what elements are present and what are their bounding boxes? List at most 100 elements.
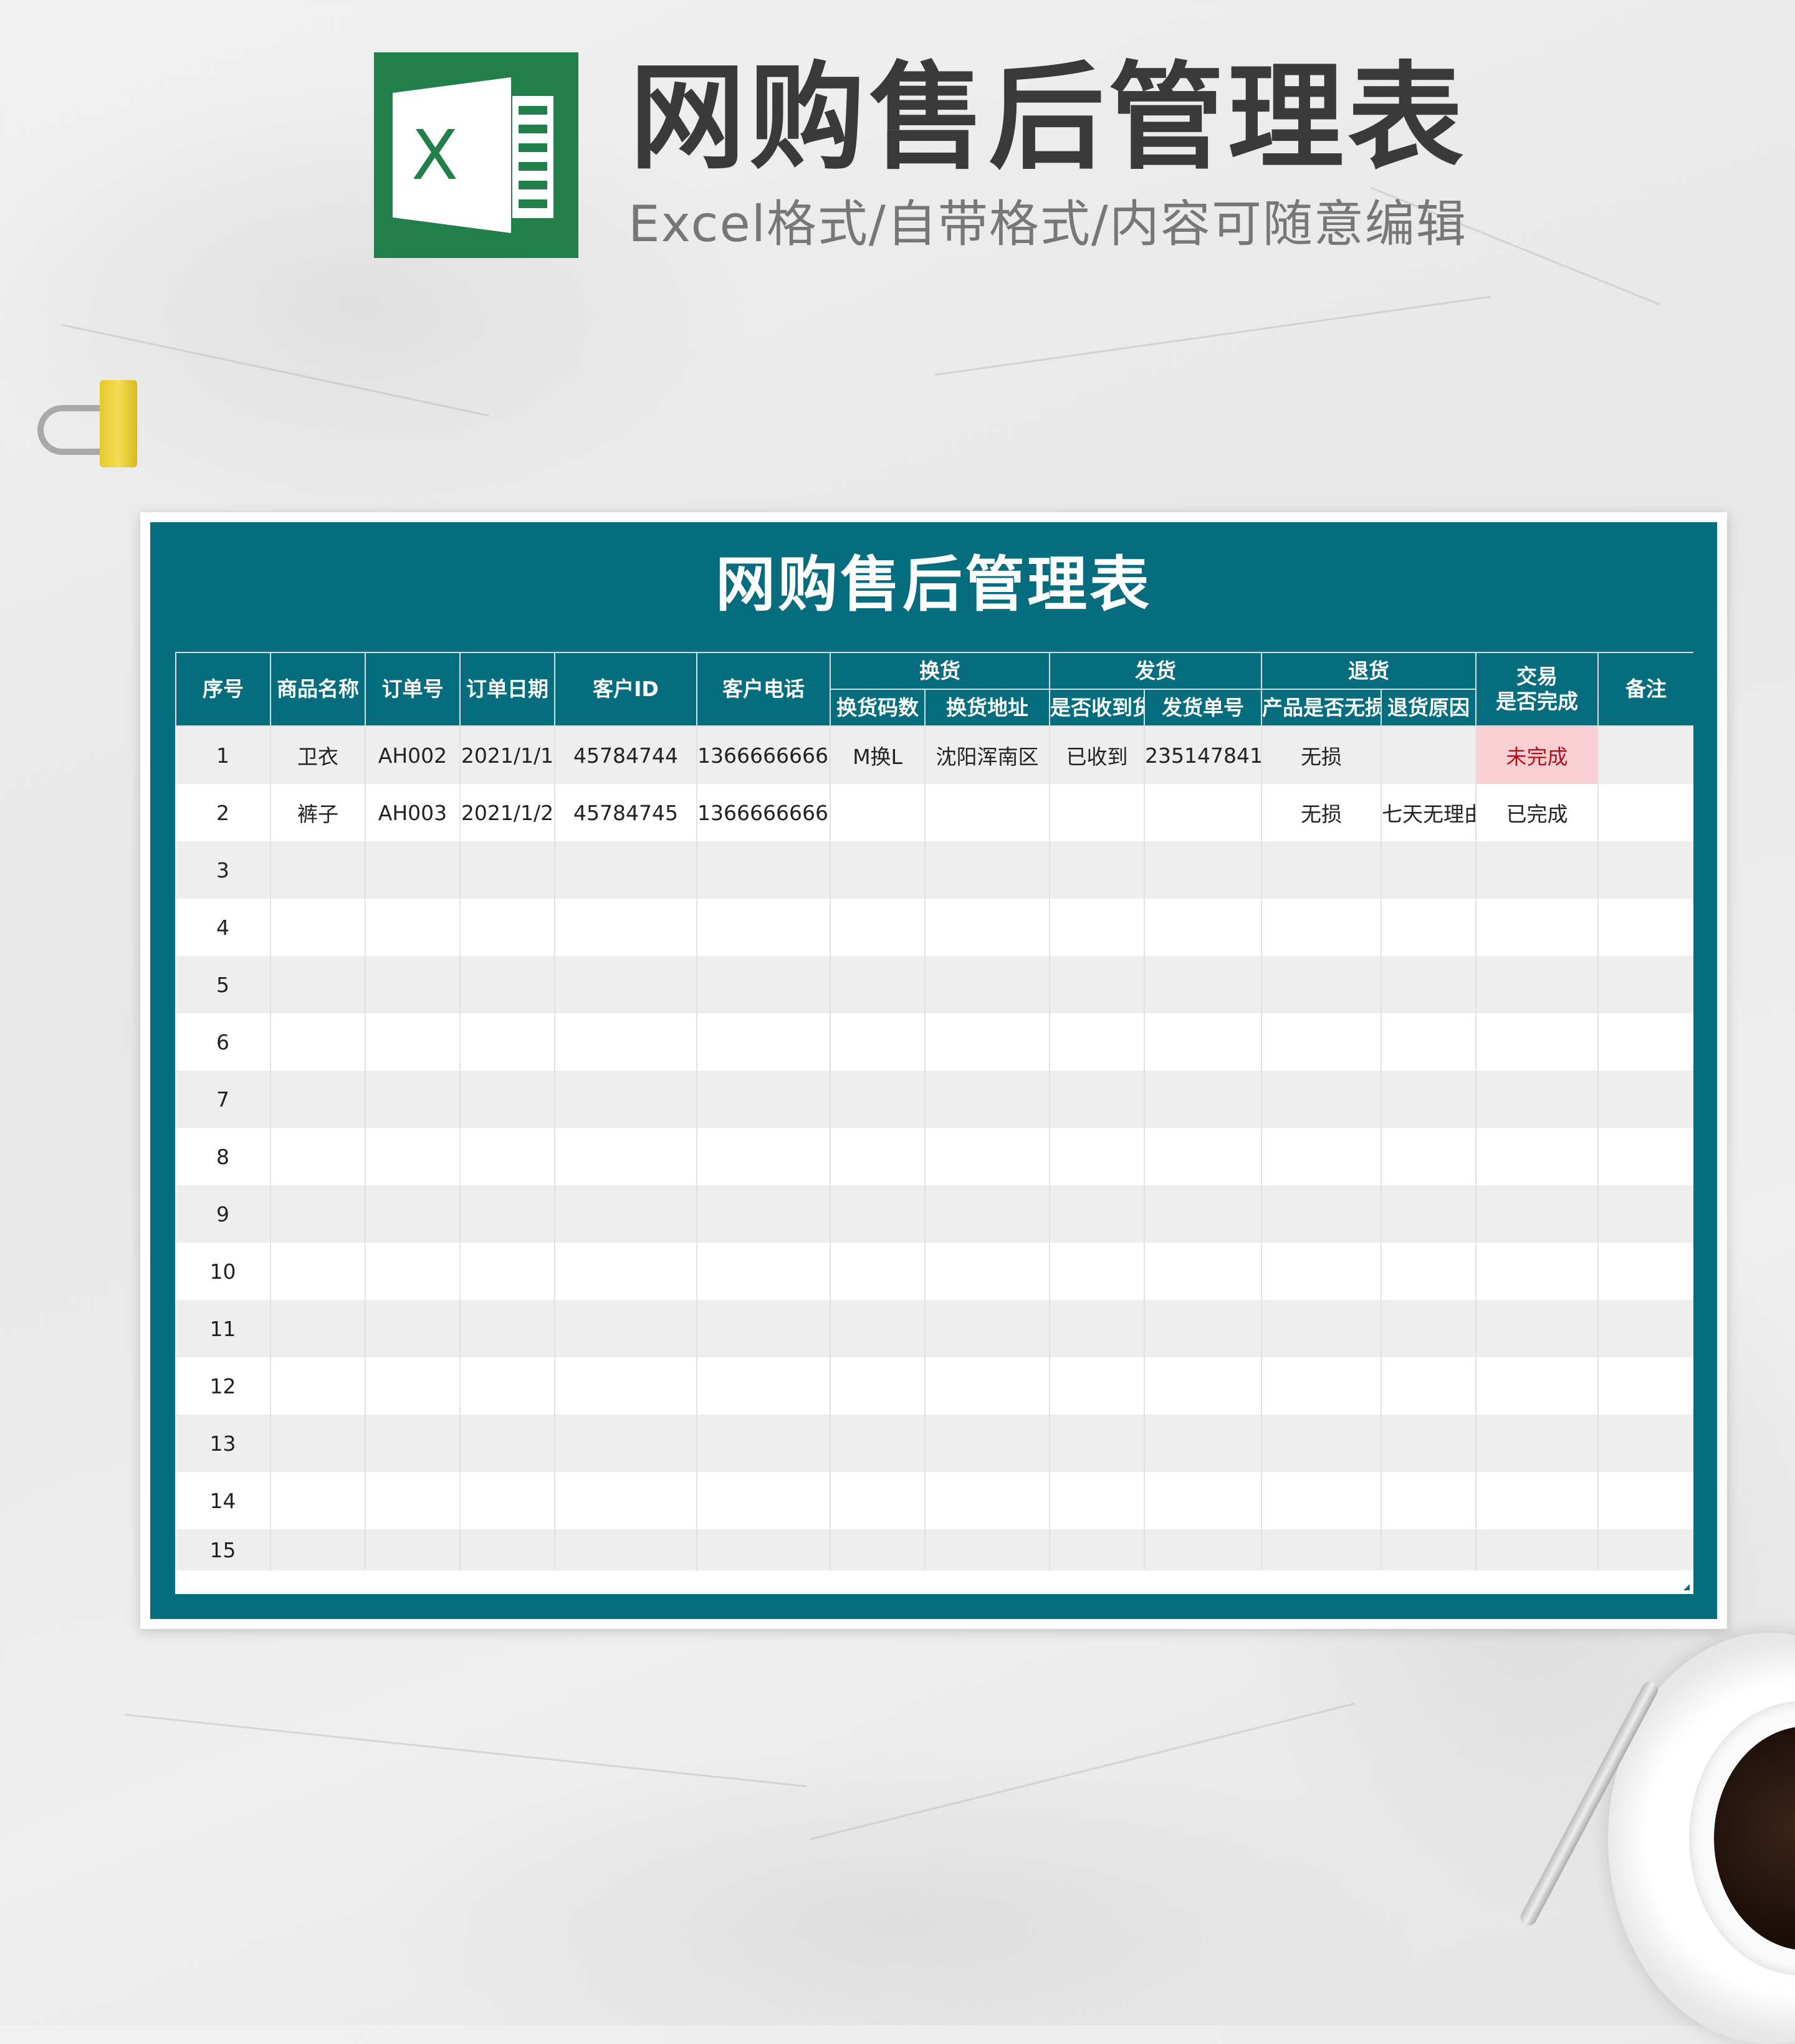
cell-phone[interactable] <box>697 956 831 1013</box>
cell-exchange-size[interactable] <box>830 1357 926 1415</box>
cell-remark[interactable] <box>1598 841 1693 899</box>
cell-received[interactable] <box>1050 784 1145 841</box>
cell-tracking-no[interactable] <box>1144 1071 1262 1128</box>
cell-product[interactable] <box>270 956 366 1013</box>
cell-product[interactable]: 卫衣 <box>270 726 366 784</box>
cell-order-no[interactable]: AH002 <box>365 726 461 784</box>
cell-received[interactable] <box>1050 1013 1145 1071</box>
cell-order-no[interactable] <box>365 899 461 956</box>
cell-order-date[interactable]: 2021/1/1 <box>460 726 555 784</box>
cell-undamaged[interactable] <box>1261 1415 1382 1472</box>
cell-tracking-no[interactable]: 23514784147 <box>1144 726 1262 784</box>
cell-exchange-address[interactable] <box>925 899 1050 956</box>
cell-undamaged[interactable] <box>1261 1071 1382 1128</box>
header-tracking-no[interactable]: 发货单号 <box>1144 689 1262 727</box>
cell-seq[interactable]: 13 <box>176 1415 271 1472</box>
cell-product[interactable] <box>270 1128 366 1185</box>
cell-undamaged[interactable] <box>1261 1300 1382 1357</box>
header-exchange[interactable]: 换货 <box>830 652 1050 690</box>
header-remark[interactable]: 备注 <box>1597 652 1693 727</box>
cell-order-no[interactable] <box>365 1071 461 1128</box>
cell-seq[interactable]: 12 <box>176 1357 271 1415</box>
cell-product[interactable] <box>270 1415 366 1472</box>
cell-product[interactable] <box>270 1013 366 1071</box>
cell-order-date[interactable] <box>460 1128 555 1185</box>
cell-order-date[interactable]: 2021/1/2 <box>460 784 555 841</box>
cell-exchange-address[interactable]: 沈阳浑南区 <box>925 726 1050 784</box>
cell-return-reason[interactable] <box>1381 1472 1477 1529</box>
cell-status[interactable] <box>1476 1128 1599 1185</box>
cell-order-no[interactable] <box>365 841 461 899</box>
cell-seq[interactable]: 2 <box>176 784 271 841</box>
cell-return-reason[interactable] <box>1381 1529 1477 1570</box>
cell-exchange-address[interactable] <box>925 1300 1050 1357</box>
cell-remark[interactable] <box>1598 1415 1693 1472</box>
cell-order-no[interactable] <box>365 1415 461 1472</box>
cell-status[interactable] <box>1476 1185 1599 1243</box>
cell-order-date[interactable] <box>460 1243 555 1300</box>
cell-remark[interactable] <box>1598 1071 1693 1128</box>
cell-status[interactable] <box>1476 1472 1599 1529</box>
cell-received[interactable] <box>1050 1243 1145 1300</box>
cell-status[interactable] <box>1476 1300 1599 1357</box>
cell-customer-id[interactable] <box>555 1300 697 1357</box>
cell-tracking-no[interactable] <box>1144 1013 1262 1071</box>
cell-status[interactable] <box>1476 1243 1599 1300</box>
cell-product[interactable] <box>270 841 366 899</box>
cell-phone[interactable] <box>697 1243 831 1300</box>
cell-received[interactable]: 已收到 <box>1050 726 1145 784</box>
cell-received[interactable] <box>1050 1071 1145 1128</box>
cell-tracking-no[interactable] <box>1144 899 1262 956</box>
header-exchange-size[interactable]: 换货码数 <box>830 689 926 727</box>
cell-return-reason[interactable]: 七天无理由 <box>1381 784 1477 841</box>
cell-remark[interactable] <box>1598 899 1693 956</box>
cell-customer-id[interactable] <box>555 1013 697 1071</box>
cell-seq[interactable]: 6 <box>176 1013 271 1071</box>
cell-product[interactable] <box>270 1357 366 1415</box>
cell-phone[interactable] <box>697 1185 831 1243</box>
cell-exchange-address[interactable] <box>925 956 1050 1013</box>
header-undamaged[interactable]: 产品是否无损 <box>1261 689 1382 727</box>
cell-phone[interactable] <box>697 1013 831 1071</box>
cell-return-reason[interactable] <box>1381 1128 1477 1185</box>
cell-return-reason[interactable] <box>1381 1013 1477 1071</box>
cell-phone[interactable] <box>697 1357 831 1415</box>
cell-product[interactable] <box>270 899 366 956</box>
cell-exchange-size[interactable] <box>830 1243 926 1300</box>
cell-remark[interactable] <box>1598 726 1693 784</box>
cell-received[interactable] <box>1050 1415 1145 1472</box>
cell-exchange-address[interactable] <box>925 1013 1050 1071</box>
cell-exchange-address[interactable] <box>925 1243 1050 1300</box>
cell-exchange-size[interactable] <box>830 1013 926 1071</box>
cell-seq[interactable]: 14 <box>176 1472 271 1529</box>
cell-order-no[interactable] <box>365 1300 461 1357</box>
cell-remark[interactable] <box>1598 1300 1693 1357</box>
cell-order-date[interactable] <box>460 1357 555 1415</box>
cell-status[interactable] <box>1476 956 1599 1013</box>
header-exchange-address[interactable]: 换货地址 <box>924 689 1050 727</box>
cell-return-reason[interactable] <box>1381 956 1477 1013</box>
cell-return-reason[interactable] <box>1381 1300 1477 1357</box>
cell-remark[interactable] <box>1598 1013 1693 1071</box>
cell-phone[interactable]: 13666666667 <box>697 784 831 841</box>
cell-return-reason[interactable] <box>1381 1357 1477 1415</box>
header-trade-complete[interactable]: 交易 是否完成 <box>1475 652 1599 727</box>
cell-order-date[interactable] <box>460 899 555 956</box>
cell-order-no[interactable] <box>365 1013 461 1071</box>
cell-return-reason[interactable] <box>1381 1185 1477 1243</box>
cell-exchange-size[interactable]: M换L <box>830 726 926 784</box>
cell-tracking-no[interactable] <box>1144 784 1262 841</box>
cell-tracking-no[interactable] <box>1144 1415 1262 1472</box>
cell-return-reason[interactable] <box>1381 841 1477 899</box>
header-order-no[interactable]: 订单号 <box>365 652 461 727</box>
cell-received[interactable] <box>1050 956 1145 1013</box>
cell-status[interactable] <box>1476 1529 1599 1570</box>
cell-status[interactable] <box>1476 1415 1599 1472</box>
cell-phone[interactable] <box>697 1071 831 1128</box>
cell-received[interactable] <box>1050 1300 1145 1357</box>
cell-customer-id[interactable] <box>555 956 697 1013</box>
cell-order-date[interactable] <box>460 1529 555 1570</box>
cell-tracking-no[interactable] <box>1144 956 1262 1013</box>
cell-exchange-address[interactable] <box>925 1071 1050 1128</box>
cell-customer-id[interactable] <box>555 1357 697 1415</box>
